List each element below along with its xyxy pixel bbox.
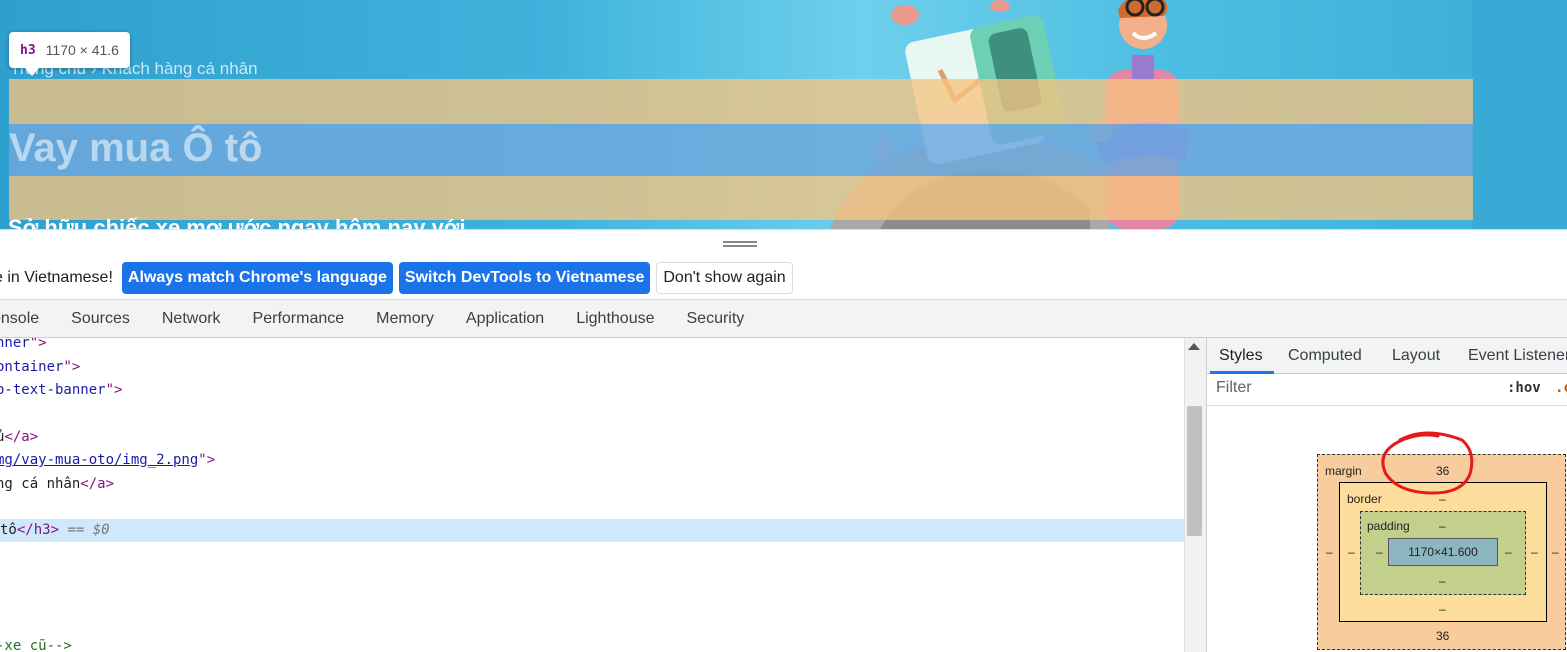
tab-memory[interactable]: Memory bbox=[376, 310, 434, 328]
styles-filter-row: :hov .cls bbox=[1207, 374, 1567, 406]
padding-label: padding bbox=[1367, 519, 1410, 533]
infobar-message: e in Vietnamese! bbox=[0, 268, 113, 286]
tooltip-tag: h3 bbox=[20, 42, 36, 58]
tab-styles[interactable]: Styles bbox=[1219, 347, 1263, 365]
highlight-margin-bottom bbox=[9, 176, 1473, 220]
padding-bottom-value[interactable]: – bbox=[1439, 574, 1446, 588]
box-model-content[interactable]: 1170×41.600 bbox=[1388, 538, 1498, 566]
border-label: border bbox=[1347, 492, 1382, 506]
hov-toggle[interactable]: :hov bbox=[1507, 380, 1541, 396]
margin-left-value[interactable]: – bbox=[1326, 545, 1333, 559]
margin-label: margin bbox=[1325, 464, 1362, 478]
dom-node[interactable]: ủ</a> bbox=[0, 426, 38, 449]
margin-top-value[interactable]: 36 bbox=[1436, 464, 1449, 478]
sidebar-tabs: Styles Computed Layout Event Listeners bbox=[1207, 338, 1567, 374]
padding-left-value[interactable]: – bbox=[1376, 545, 1383, 559]
dom-node[interactable]: mg/vay-mua-oto/img_2.png"> bbox=[0, 449, 215, 472]
tab-network[interactable]: Network bbox=[162, 310, 221, 328]
resize-grip-icon[interactable] bbox=[723, 241, 757, 247]
dom-node-selected[interactable]: tô</h3> == $0 bbox=[0, 519, 1184, 542]
tab-event-listeners[interactable]: Event Listeners bbox=[1468, 347, 1567, 365]
language-infobar: e in Vietnamese! Always match Chrome's l… bbox=[0, 256, 1567, 300]
devtools-resize-bar[interactable] bbox=[0, 229, 1567, 256]
padding-right-value[interactable]: – bbox=[1505, 545, 1512, 559]
page-banner: Trang chủ › Khách hàng cá nhân Vay mua Ô t… bbox=[0, 0, 1567, 229]
resource-link[interactable]: mg/vay-mua-oto/img_2.png bbox=[0, 452, 198, 468]
highlight-margin-top bbox=[9, 79, 1473, 124]
border-left-value[interactable]: – bbox=[1348, 545, 1355, 559]
tab-layout[interactable]: Layout bbox=[1392, 347, 1440, 365]
tab-application[interactable]: Application bbox=[466, 310, 544, 328]
tab-security[interactable]: Security bbox=[687, 310, 745, 328]
styles-filter-input[interactable] bbox=[1210, 376, 1492, 400]
always-match-language-button[interactable]: Always match Chrome's language bbox=[121, 261, 393, 294]
border-right-value[interactable]: – bbox=[1531, 545, 1538, 559]
tooltip-arrow bbox=[24, 67, 40, 76]
scroll-up-arrow-icon[interactable] bbox=[1188, 343, 1200, 350]
border-bottom-value[interactable]: – bbox=[1439, 602, 1446, 616]
margin-bottom-value[interactable]: 36 bbox=[1436, 629, 1449, 643]
tooltip-dimensions: 1170 × 41.6 bbox=[45, 42, 119, 58]
dom-node[interactable]: -xe cũ--> bbox=[0, 635, 72, 652]
padding-top-value[interactable]: – bbox=[1439, 519, 1446, 533]
styles-sidebar: Styles Computed Layout Event Listeners :… bbox=[1206, 338, 1567, 652]
scrollbar-thumb[interactable] bbox=[1187, 406, 1202, 536]
border-top-value[interactable]: – bbox=[1439, 492, 1446, 506]
dom-node[interactable]: nner"> bbox=[0, 338, 47, 355]
tab-lighthouse[interactable]: Lighthouse bbox=[576, 310, 654, 328]
devtools-tabstrip: onsole Sources Network Performance Memor… bbox=[0, 300, 1567, 338]
tab-sources[interactable]: Sources bbox=[71, 310, 130, 328]
dom-node[interactable]: ng cá nhân</a> bbox=[0, 473, 114, 496]
page-title: Vay mua Ô tô bbox=[9, 126, 263, 170]
element-inspect-tooltip: h3 1170 × 41.6 bbox=[9, 32, 130, 68]
dont-show-again-button[interactable]: Don't show again bbox=[656, 261, 793, 294]
dom-node[interactable]: o-text-banner"> bbox=[0, 379, 122, 402]
page-subtitle: Sở hữu chiếc xe mơ ước ngay hôm nay với bbox=[8, 217, 466, 229]
cls-toggle[interactable]: .cls bbox=[1555, 380, 1567, 396]
elements-tree: nner"> ontainer"> o-text-banner"> ủ</a> … bbox=[0, 338, 1184, 652]
switch-to-vietnamese-button[interactable]: Switch DevTools to Vietnamese bbox=[398, 261, 651, 294]
dom-node[interactable]: ontainer"> bbox=[0, 356, 80, 379]
tab-console[interactable]: onsole bbox=[0, 310, 39, 328]
margin-right-value[interactable]: – bbox=[1552, 545, 1559, 559]
tab-performance[interactable]: Performance bbox=[253, 310, 345, 328]
tab-computed[interactable]: Computed bbox=[1288, 347, 1362, 365]
